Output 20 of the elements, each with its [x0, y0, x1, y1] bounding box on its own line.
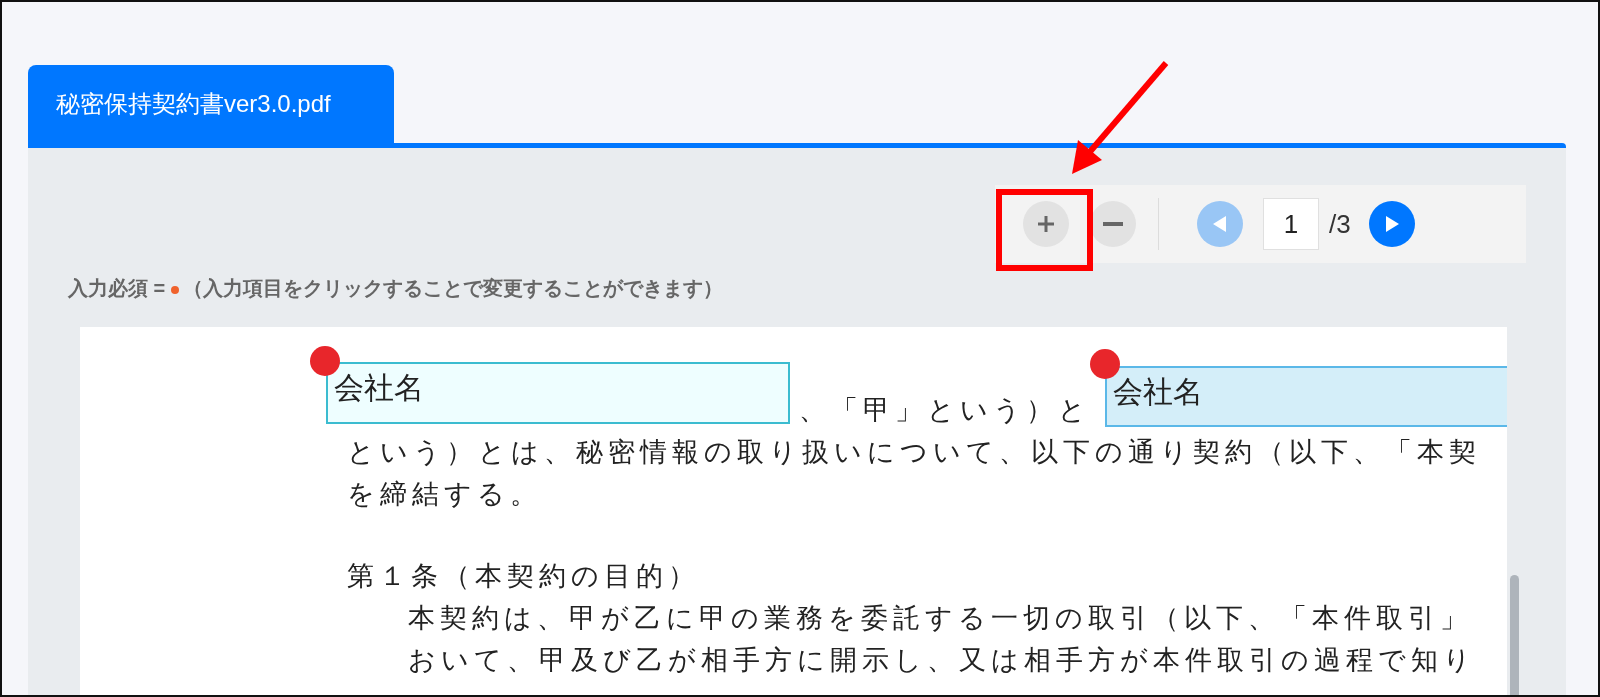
plus-icon [1036, 214, 1056, 234]
minus-icon [1103, 222, 1123, 226]
page-number-field[interactable]: 1 [1263, 198, 1319, 250]
next-page-button[interactable] [1368, 201, 1415, 247]
legend-label: 入力必須 = [68, 275, 166, 301]
text-field[interactable]: 会社名 [326, 362, 790, 424]
document-text: を締結する。 [347, 478, 542, 511]
document-text: という）とは、秘密情報の取り扱いについて、以下の通り契約（以下、「本契 [347, 436, 1481, 469]
text-field[interactable]: 会社名 [1105, 366, 1507, 427]
document-text: 、「甲」という）と [799, 394, 1091, 427]
required-dot-icon [171, 286, 180, 294]
zoom-in-button[interactable] [1023, 201, 1069, 247]
page-total: /3 [1329, 208, 1351, 240]
document-text: おいて、甲及び乙が相手方に開示し、又は相手方が本件取引の過程で知り [408, 644, 1476, 677]
scrollbar-thumb[interactable] [1510, 575, 1519, 695]
file-tab[interactable]: 秘密保持契約書ver3.0.pdf [28, 65, 394, 143]
document-text: 第１条（本契約の目的） [347, 560, 700, 593]
document-text: 本契約は、甲が乙に甲の業務を委託する一切の取引（以下、「本件取引」 [408, 602, 1472, 635]
zoom-out-button[interactable] [1090, 201, 1136, 247]
legend-note: （入力項目をクリックすることで変更することができます） [183, 275, 724, 301]
